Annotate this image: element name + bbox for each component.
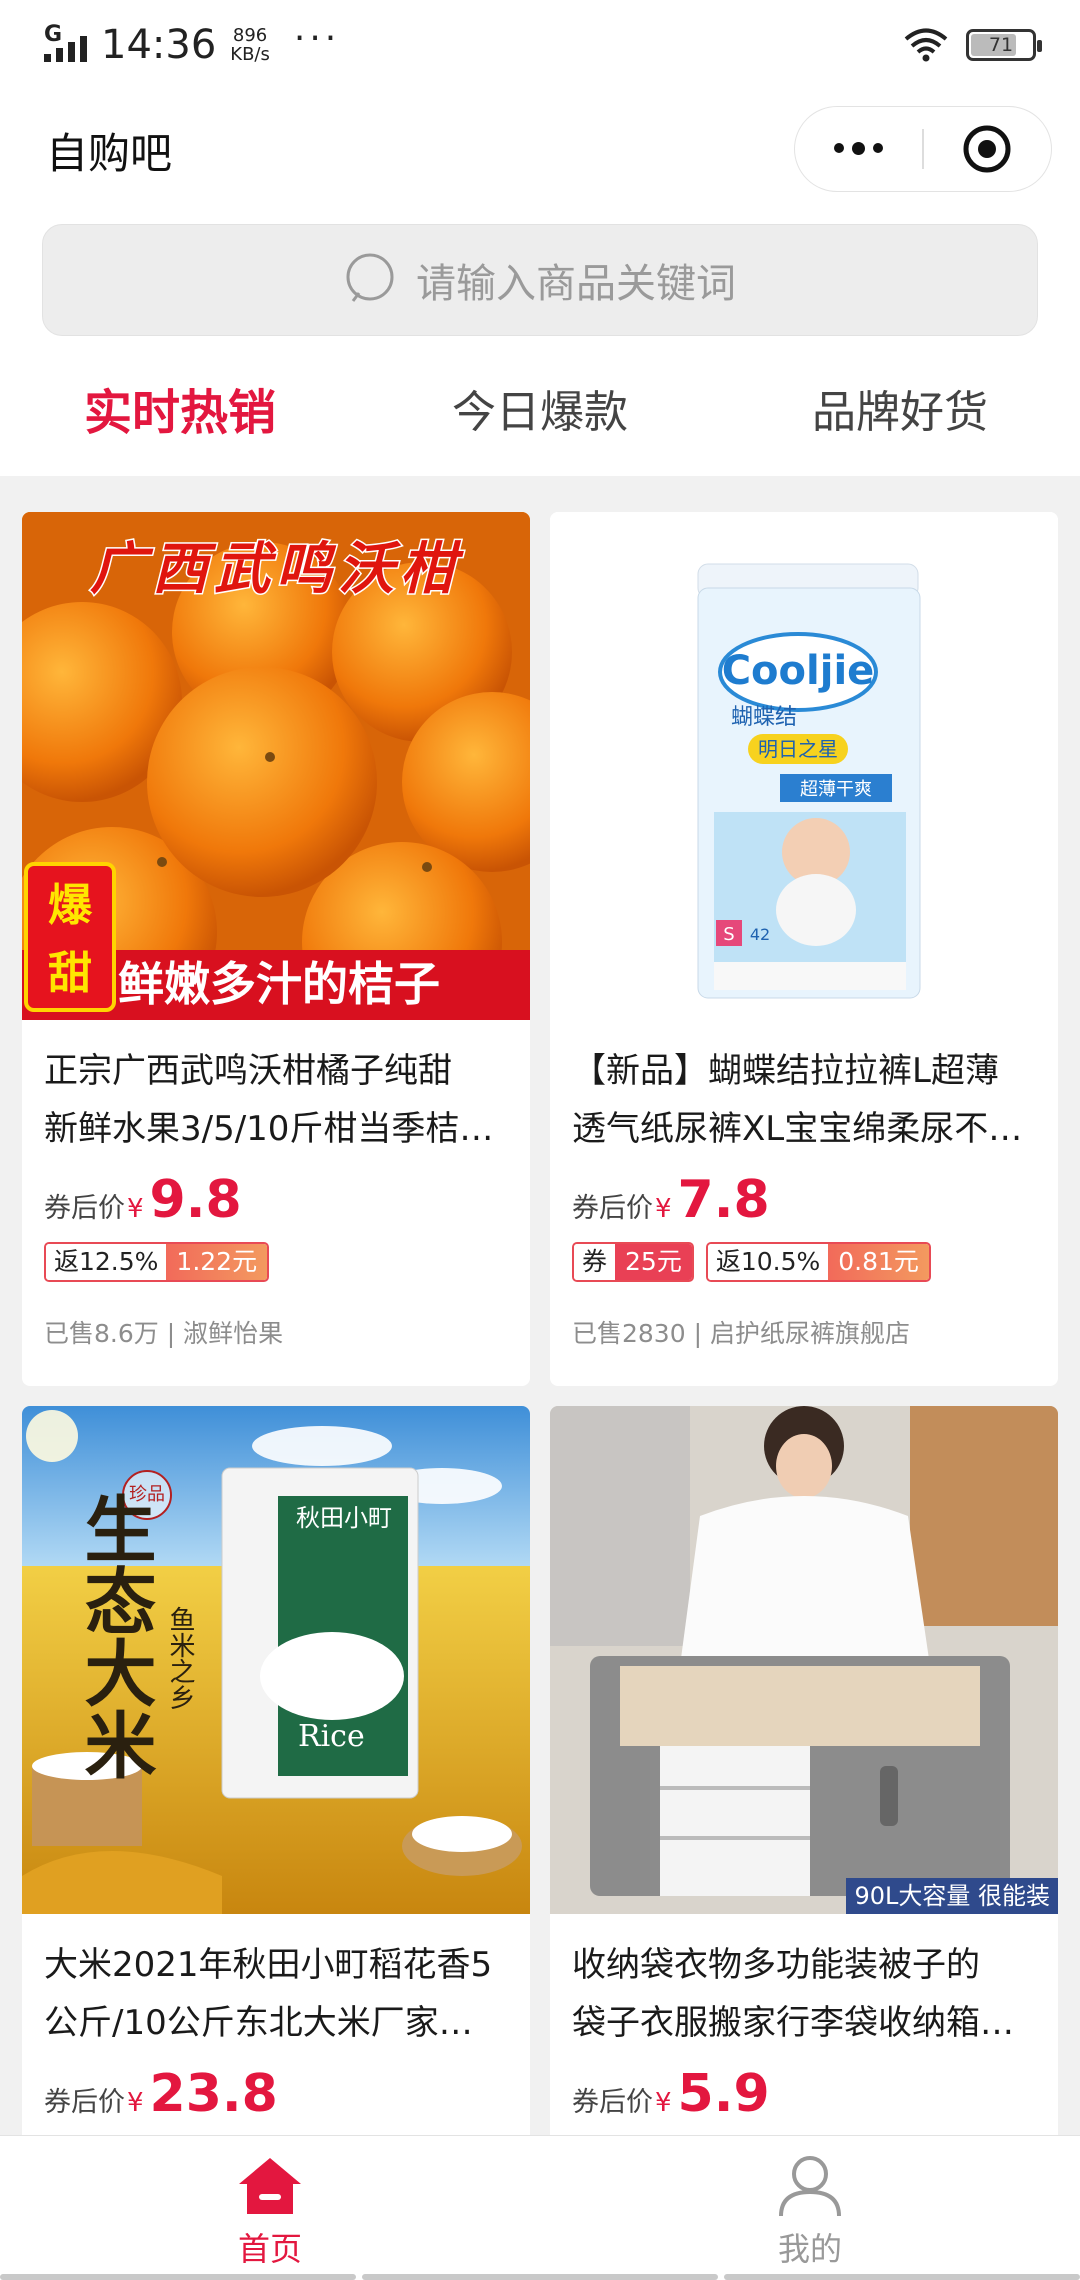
product-image: 秋田小町 Rice 珍品 生态大米 鱼米之乡 [22, 1406, 530, 1914]
tab-mine[interactable]: 我的 [540, 2136, 1080, 2280]
category-tabs: 实时热销 今日爆款 品牌好货 [0, 350, 1080, 476]
tab-today-hits[interactable]: 今日爆款 [360, 350, 720, 476]
clock: 14:36 [101, 22, 217, 68]
svg-text:明日之星: 明日之星 [758, 737, 838, 761]
gesture-bar [0, 2270, 1080, 2280]
product-title: 正宗广西武鸣沃柑橘子纯甜 新鲜水果3/5/10斤柑当季桔… [44, 1051, 494, 1149]
search-input[interactable]: 请输入商品关键词 [42, 224, 1038, 336]
rebate-tag: 返12.5% 1.22元 [44, 1242, 270, 1282]
product-card[interactable]: 秋田小町 Rice 珍品 生态大米 鱼米之乡 大米2021年秋田小町稻花香5 公… [22, 1406, 530, 2166]
product-title: 收纳袋衣物多功能装被子的 袋子衣服搬家行李袋收纳箱… [572, 1945, 1014, 2043]
tag-row: 返12.5% 1.22元 [22, 1234, 530, 1294]
price-row: 券后价 ¥ 9.8 [44, 1170, 242, 1230]
home-icon [239, 2158, 301, 2214]
network-type: G [44, 22, 63, 47]
rebate-tag: 返10.5% 0.81元 [705, 1242, 931, 1282]
coupon-tag: 券 25元 [572, 1242, 694, 1282]
tab-realtime-hot[interactable]: 实时热销 [0, 350, 360, 476]
svg-text:秋田小町: 秋田小町 [296, 1504, 392, 1532]
battery-icon: 71 [966, 29, 1042, 61]
image-banner: 广西武鸣沃柑 [89, 536, 462, 604]
image-subtitle: 鱼米之乡 [165, 1606, 195, 1710]
svg-text:Cooljie: Cooljie [722, 648, 875, 694]
image-badge: 爆甜 [24, 862, 116, 1012]
svg-text:超薄干爽: 超薄干爽 [800, 779, 872, 800]
product-image: 90L大容量 很能装 [550, 1406, 1058, 1914]
battery-level: 71 [988, 34, 1014, 56]
tag-row: 券 25元 返10.5% 0.81元 [550, 1234, 1058, 1294]
close-button[interactable] [924, 123, 1051, 175]
product-title: 【新品】蝴蝶结拉拉裤L超薄 透气纸尿裤XL宝宝绵柔尿不… [572, 1051, 1023, 1149]
product-card[interactable]: 广西武鸣沃柑 鲜嫩多汁的桔子 爆甜 正宗广西武鸣沃柑橘子纯甜 新鲜水果3/5/1… [22, 512, 530, 1386]
more-menu-button[interactable] [795, 142, 922, 155]
network-speed: 896 KB/s [230, 25, 270, 65]
more-notifications-icon: ··· [293, 17, 341, 59]
product-image: Cooljie 蝴蝶结 明日之星 超薄干爽 S 42 [550, 512, 1058, 1020]
image-caption: 鲜嫩多汁的桔子 [118, 957, 440, 1011]
price-row: 券后价 ¥ 5.9 [572, 2064, 770, 2124]
miniprogram-capsule [794, 106, 1052, 192]
price: 5.9 [677, 2064, 770, 2124]
tab-brand-goods[interactable]: 品牌好货 [720, 350, 1080, 476]
product-card[interactable]: Cooljie 蝴蝶结 明日之星 超薄干爽 S 42 【新品】蝴蝶结拉拉裤L超薄… [550, 512, 1058, 1386]
wifi-icon [904, 28, 948, 62]
price: 7.8 [677, 1170, 770, 1230]
svg-text:蝴蝶结: 蝴蝶结 [731, 705, 797, 730]
signal-icon: G [44, 22, 87, 62]
product-card[interactable]: 90L大容量 很能装 收纳袋衣物多功能装被子的 袋子衣服搬家行李袋收纳箱… 券后… [550, 1406, 1058, 2166]
svg-text:S: S [723, 924, 734, 945]
user-icon [779, 2156, 841, 2217]
search-placeholder: 请输入商品关键词 [416, 261, 736, 307]
image-caption: 90L大容量 很能装 [846, 1878, 1058, 1914]
page-title: 自购吧 [46, 128, 173, 178]
storage-bag-image [550, 1406, 1058, 1914]
sales-info: 已售8.6万 | 淑鲜怡果 [44, 1319, 284, 1348]
svg-text:42: 42 [750, 925, 770, 944]
price-row: 券后价 ¥ 7.8 [572, 1170, 770, 1230]
svg-text:Rice: Rice [298, 1719, 365, 1754]
product-image: 广西武鸣沃柑 鲜嫩多汁的桔子 爆甜 [22, 512, 530, 1020]
tab-home[interactable]: 首页 [0, 2136, 540, 2280]
nav-bar: 自购吧 [0, 90, 1080, 210]
image-title: 生态大米 [72, 1492, 156, 1780]
target-icon [963, 125, 1011, 173]
diaper-package-image: Cooljie 蝴蝶结 明日之星 超薄干爽 S 42 [550, 512, 1058, 1020]
search-section: 请输入商品关键词 [0, 210, 1080, 350]
price-row: 券后价 ¥ 23.8 [44, 2064, 278, 2124]
bottom-tab-bar: 首页 我的 [0, 2135, 1080, 2280]
status-bar: G 14:36 896 KB/s ··· 71 [0, 0, 1080, 90]
search-icon [346, 253, 394, 302]
price: 9.8 [149, 1170, 242, 1230]
price: 23.8 [149, 2064, 278, 2124]
sales-info: 已售2830 | 启护纸尿裤旗舰店 [572, 1319, 910, 1348]
product-title: 大米2021年秋田小町稻花香5 公斤/10公斤东北大米厂家… [44, 1945, 493, 2043]
